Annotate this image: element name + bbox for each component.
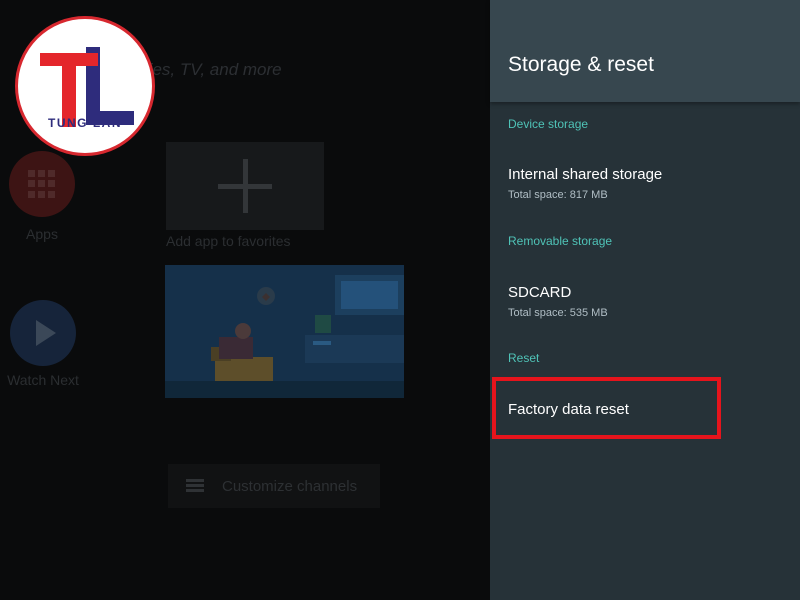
featured-content-card[interactable] bbox=[165, 265, 404, 398]
apps-button[interactable] bbox=[9, 151, 75, 217]
customize-channels-button[interactable]: Customize channels bbox=[168, 464, 380, 508]
list-icon bbox=[186, 479, 204, 493]
watch-next-button[interactable] bbox=[10, 300, 76, 366]
internal-storage-item[interactable]: Internal shared storage Total space: 817… bbox=[490, 160, 800, 216]
sdcard-size: Total space: 535 MB bbox=[508, 307, 608, 319]
play-icon bbox=[36, 320, 56, 346]
sdcard-title: SDCARD bbox=[508, 284, 572, 301]
section-removable-storage: Removable storage bbox=[508, 234, 613, 248]
logo-text: TUNG LAN bbox=[48, 116, 122, 130]
apps-grid-icon bbox=[28, 170, 56, 198]
add-app-tile[interactable] bbox=[166, 142, 324, 230]
internal-storage-title: Internal shared storage bbox=[508, 166, 663, 183]
living-room-illustration bbox=[165, 265, 404, 398]
internal-storage-size: Total space: 817 MB bbox=[508, 189, 608, 201]
sdcard-item[interactable]: SDCARD Total space: 535 MB bbox=[490, 278, 800, 334]
customize-channels-label: Customize channels bbox=[222, 477, 358, 495]
add-app-label: Add app to favorites bbox=[166, 233, 291, 249]
page-title: Storage & reset bbox=[508, 53, 654, 76]
panel-header: Storage & reset bbox=[490, 0, 800, 102]
factory-reset-item[interactable]: Factory data reset bbox=[490, 395, 800, 451]
watch-next-label: Watch Next bbox=[7, 372, 79, 388]
section-reset: Reset bbox=[508, 351, 540, 365]
section-device-storage: Device storage bbox=[508, 117, 589, 131]
factory-reset-title: Factory data reset bbox=[508, 401, 629, 418]
settings-panel: Storage & reset Device storage Internal … bbox=[490, 0, 800, 600]
apps-label: Apps bbox=[26, 226, 58, 242]
tung-lan-logo: TUNG LAN bbox=[15, 16, 155, 156]
